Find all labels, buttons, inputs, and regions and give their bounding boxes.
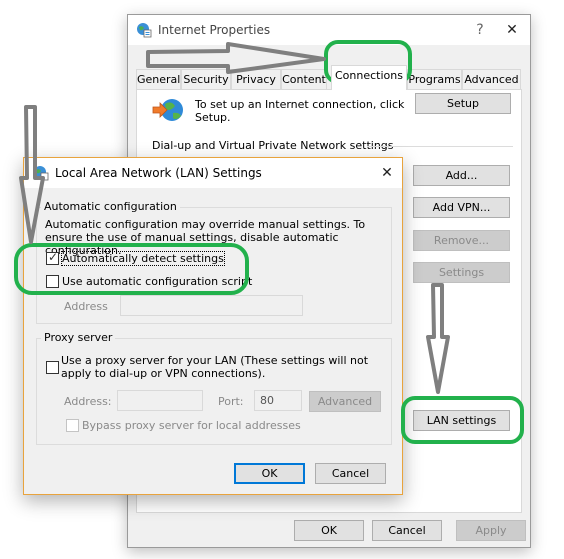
highlight-auto-settings [14, 243, 249, 295]
internet-globe-icon [137, 23, 152, 38]
network-setup-icon [152, 99, 183, 121]
bypass-checkbox[interactable] [66, 419, 79, 432]
window-title: Internet Properties [158, 23, 271, 37]
use-proxy-checkbox[interactable] [46, 361, 59, 374]
apply-button[interactable]: Apply [456, 520, 526, 541]
tab-advanced[interactable]: Advanced [462, 69, 521, 89]
proxy-address-field[interactable] [117, 390, 203, 411]
setup-button-label: Setup [446, 97, 480, 110]
title-bar: Internet Properties ? ✕ [128, 15, 530, 45]
script-address-label: Address [64, 300, 108, 313]
setup-description: To set up an Internet connection, click … [195, 98, 405, 124]
advanced-button[interactable]: Advanced [309, 391, 381, 412]
lan-close-button[interactable]: ✕ [375, 162, 399, 184]
bypass-label[interactable]: Bypass proxy server for local addresses [82, 419, 301, 432]
proxy-address-label: Address: [64, 395, 112, 408]
add-vpn-button[interactable]: Add VPN... [413, 197, 510, 218]
port-field[interactable]: 80 [254, 390, 302, 411]
lan-title-bar: Local Area Network (LAN) Settings ✕ [24, 158, 402, 188]
setup-button[interactable]: Setup [415, 93, 511, 114]
proxy-server-label: Proxy server [41, 331, 116, 344]
lan-dialog-title: Local Area Network (LAN) Settings [55, 166, 262, 180]
use-proxy-label[interactable]: Use a proxy server for your LAN (These s… [61, 354, 391, 380]
lan-cancel-button[interactable]: Cancel [315, 463, 386, 484]
cancel-button[interactable]: Cancel [372, 520, 442, 541]
tab-content[interactable]: Content [281, 69, 327, 89]
add-button[interactable]: Add... [413, 165, 510, 186]
ok-button[interactable]: OK [294, 520, 364, 541]
lan-ok-button[interactable]: OK [234, 463, 305, 484]
tab-security[interactable]: Security [181, 69, 231, 89]
settings-button[interactable]: Settings [413, 262, 510, 283]
tab-privacy[interactable]: Privacy [231, 69, 281, 89]
dialup-section-label: Dial-up and Virtual Private Network sett… [152, 139, 394, 152]
remove-button[interactable]: Remove... [413, 230, 510, 251]
close-button[interactable]: ✕ [500, 19, 524, 41]
tab-connections[interactable]: Connections [331, 65, 407, 90]
lan-globe-icon [34, 166, 49, 181]
help-button[interactable]: ? [468, 19, 492, 41]
port-label: Port: [218, 395, 244, 408]
tab-general[interactable]: General [136, 69, 181, 89]
script-address-field[interactable] [120, 295, 303, 316]
tab-programs[interactable]: Programs [407, 69, 462, 89]
highlight-lan-settings [401, 396, 524, 444]
section-divider [367, 146, 513, 147]
lan-settings-dialog: Local Area Network (LAN) Settings ✕ Auto… [23, 157, 403, 495]
auto-config-label: Automatic configuration [41, 200, 180, 213]
